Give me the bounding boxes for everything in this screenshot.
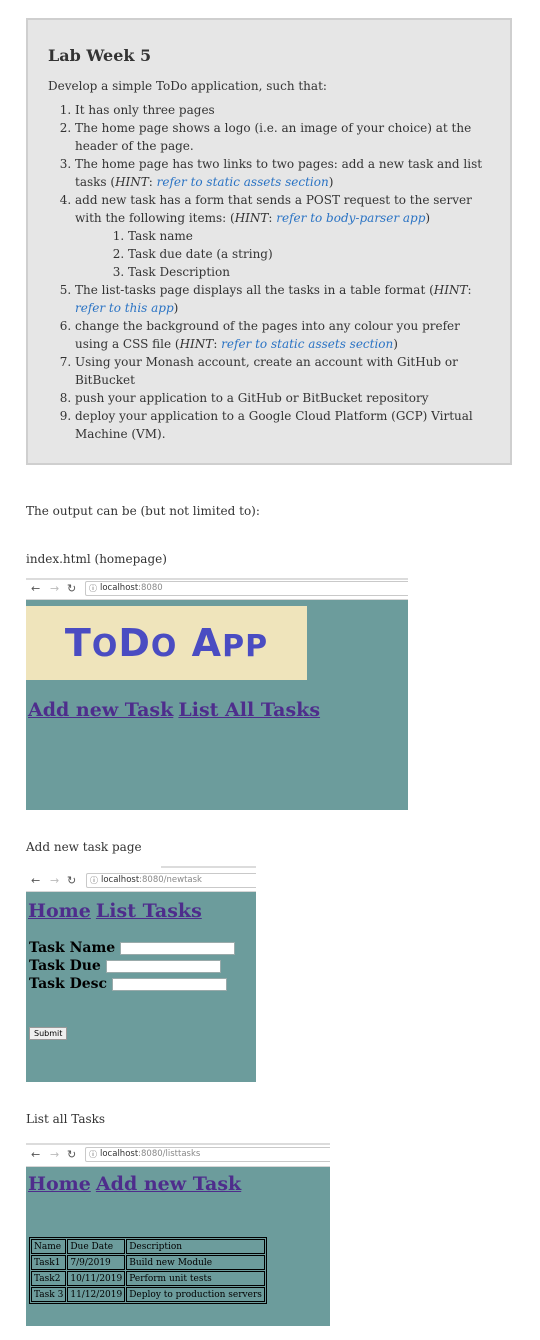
table-cell: Description: [126, 1239, 265, 1254]
address-bar[interactable]: ⓘ localhost:8080: [85, 581, 408, 596]
info-icon: ⓘ: [89, 584, 97, 593]
table-row: Task2 10/11/2019 Perform unit tests: [31, 1271, 265, 1286]
list-item: add new task has a form that sends a POS…: [75, 191, 490, 281]
info-icon: ⓘ: [89, 1150, 97, 1159]
info-icon: ⓘ: [90, 876, 98, 885]
reload-icon[interactable]: ↻: [67, 583, 76, 595]
tasks-table: Name Due Date Description Task1 7/9/2019…: [29, 1237, 267, 1304]
listtasks-screenshot: ← → ↻ ⓘ localhost:8080/listtasks Home Ad…: [26, 1143, 330, 1326]
hint-label: HINT: [179, 337, 214, 351]
table-cell: Due Date: [67, 1239, 126, 1254]
address-bar[interactable]: ⓘ localhost:8080/listtasks: [85, 1147, 330, 1162]
add-new-task-link[interactable]: Add new Task: [96, 1173, 241, 1195]
home-link[interactable]: Home: [28, 1173, 91, 1195]
list-item: push your application to a GitHub or Bit…: [75, 389, 490, 407]
list-item: Task name: [128, 227, 490, 245]
list-item: Task Description: [128, 263, 490, 281]
table-cell: Perform unit tests: [126, 1271, 265, 1286]
list-item: The list-tasks page displays all the tas…: [75, 281, 490, 317]
address-bar[interactable]: ⓘ localhost:8080/newtask: [86, 873, 256, 888]
table-row: Task 3 11/12/2019 Deploy to production s…: [31, 1287, 265, 1302]
list-item: The home page has two links to two pages…: [75, 155, 490, 191]
browser-toolbar: ← → ↻ ⓘ localhost:8080: [26, 578, 408, 600]
table-header-row: Name Due Date Description: [31, 1239, 265, 1254]
table-cell: Build new Module: [126, 1255, 265, 1270]
listtasks-caption: List all Tasks: [26, 1112, 106, 1126]
this-app-link[interactable]: refer to this app: [75, 301, 174, 315]
lab-title: Lab Week 5: [48, 46, 152, 65]
task-name-input[interactable]: [120, 941, 236, 955]
list-all-tasks-link[interactable]: List All Tasks: [178, 699, 320, 721]
task-desc-row: Task Desc: [29, 976, 227, 994]
table-cell: 11/12/2019: [67, 1287, 126, 1302]
list-item: change the background of the pages into …: [75, 317, 490, 353]
task-due-input[interactable]: [105, 959, 221, 973]
task-name-row: Task Name: [29, 940, 236, 958]
listtasks-nav: Home Add new Task: [28, 1173, 241, 1195]
newtask-nav: Home List Tasks: [28, 900, 202, 922]
static-assets-link[interactable]: refer to static assets section: [221, 337, 393, 351]
table-cell: Task 3: [31, 1287, 67, 1302]
form-items-list: Task name Task due date (a string) Task …: [75, 227, 490, 281]
task-desc-input[interactable]: [111, 977, 227, 991]
newtask-screenshot: ← → ↻ ⓘ localhost:8080/newtask Home List…: [26, 866, 256, 1082]
body-parser-link[interactable]: refer to body-parser app: [276, 211, 425, 225]
forward-arrow-icon[interactable]: →: [50, 583, 59, 595]
list-item: The home page shows a logo (i.e. an imag…: [75, 119, 490, 155]
back-arrow-icon[interactable]: ←: [31, 1149, 40, 1161]
browser-toolbar: ← → ↻ ⓘ localhost:8080/listtasks: [26, 1143, 330, 1167]
table-cell: Task2: [31, 1271, 67, 1286]
list-item: Using your Monash account, create an acc…: [75, 353, 490, 389]
list-tasks-link[interactable]: List Tasks: [96, 900, 202, 922]
lab-intro: Develop a simple ToDo application, such …: [48, 79, 327, 93]
add-new-task-link[interactable]: Add new Task: [28, 699, 173, 721]
list-item: Task due date (a string): [128, 245, 490, 263]
hint-label: HINT: [234, 211, 269, 225]
todo-app-logo: TODO APP: [26, 606, 307, 680]
task-due-row: Task Due: [29, 958, 221, 976]
newtask-caption: Add new task page: [26, 840, 142, 854]
home-link[interactable]: Home: [28, 900, 91, 922]
list-item: deploy your application to a Google Clou…: [75, 407, 490, 443]
reload-icon[interactable]: ↻: [67, 1149, 76, 1161]
reload-icon[interactable]: ↻: [67, 875, 76, 887]
back-arrow-icon[interactable]: ←: [31, 583, 40, 595]
table-cell: 10/11/2019: [67, 1271, 126, 1286]
table-cell: Name: [31, 1239, 67, 1254]
browser-toolbar: ← → ↻ ⓘ localhost:8080/newtask: [26, 866, 256, 892]
submit-button[interactable]: Submit: [29, 1027, 68, 1040]
hint-label: HINT: [115, 175, 149, 189]
list-item: It has only three pages: [75, 101, 490, 119]
homepage-screenshot: ← → ↻ ⓘ localhost:8080 TODO APP Add new …: [26, 578, 408, 810]
table-cell: 7/9/2019: [67, 1255, 126, 1270]
back-arrow-icon[interactable]: ←: [31, 875, 40, 887]
table-cell: Task1: [31, 1255, 67, 1270]
forward-arrow-icon[interactable]: →: [50, 875, 59, 887]
forward-arrow-icon[interactable]: →: [50, 1149, 59, 1161]
table-row: Task1 7/9/2019 Build new Module: [31, 1255, 265, 1270]
homepage-caption: index.html (homepage): [26, 552, 167, 566]
output-intro: The output can be (but not limited to):: [26, 504, 260, 518]
homepage-nav: Add new Task List All Tasks: [28, 699, 320, 721]
static-assets-link[interactable]: refer to static assets section: [157, 175, 329, 189]
lab-instructions-box: Lab Week 5 Develop a simple ToDo applica…: [26, 18, 512, 465]
table-cell: Deploy to production servers: [126, 1287, 265, 1302]
requirements-list: It has only three pages The home page sh…: [48, 101, 490, 443]
hint-label: HINT: [433, 283, 468, 297]
